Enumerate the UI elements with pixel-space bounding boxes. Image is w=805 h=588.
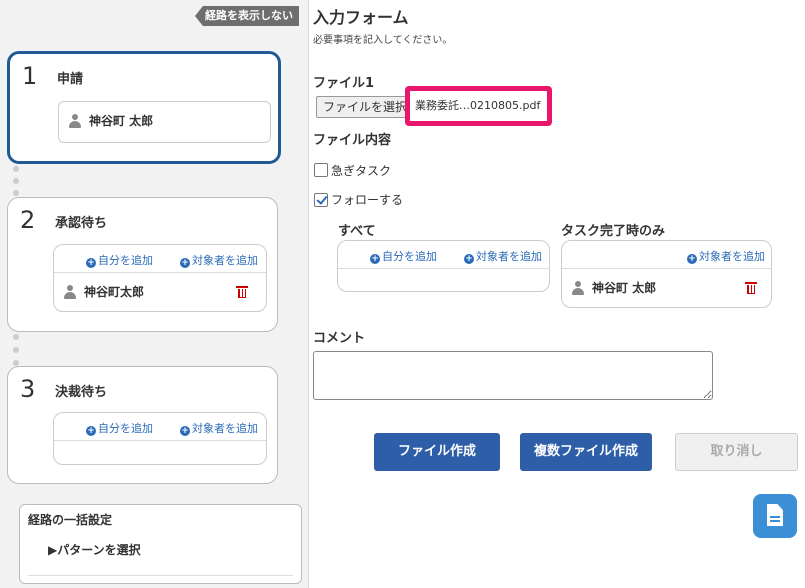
file-content-label: ファイル内容	[313, 133, 392, 148]
trash-icon[interactable]	[236, 285, 248, 298]
step-2-card[interactable]: 2 承認待ち + 自分を追加 + 対象者を追加 神谷町太郎	[7, 197, 278, 332]
add-self-button[interactable]: + 自分を追加	[86, 252, 153, 268]
route-connector	[13, 334, 19, 366]
urgent-task-label[interactable]: 急ぎタスク	[331, 162, 391, 179]
bulk-route-settings: 経路の一括設定 ▶パターンを選択	[19, 504, 302, 584]
follow-all-box: + 自分を追加 + 対象者を追加	[337, 240, 550, 292]
route-connector	[13, 166, 19, 196]
step-title: 承認待ち	[55, 216, 108, 231]
person-icon	[572, 280, 584, 295]
form-subtitle: 必要事項を記入してください。	[313, 35, 453, 46]
selected-file-name: 業務委託…0210805.pdf	[405, 86, 552, 126]
follow-label[interactable]: フォローする	[331, 191, 403, 208]
assign-actions: + 自分を追加 + 対象者を追加	[338, 241, 549, 269]
follow-all-title: すべて	[338, 224, 376, 239]
assign-actions: + 自分を追加 + 対象者を追加	[54, 245, 266, 273]
urgent-task-checkbox[interactable]	[314, 163, 328, 177]
person-icon	[69, 113, 81, 128]
route-panel: 経路を表示しない 1 申請 神谷町 太郎 2 承認待ち + 自分を追加 + 対象者を…	[0, 0, 309, 588]
choose-file-button[interactable]: ファイルを選択	[316, 96, 408, 118]
add-target-button[interactable]: + 対象者を追加	[180, 420, 258, 436]
bulk-settings-title: 経路の一括設定	[28, 513, 113, 527]
follower-row: 神谷町 太郎	[562, 269, 771, 307]
comment-field[interactable]	[313, 351, 713, 400]
step-1-card[interactable]: 1 申請 神谷町 太郎	[7, 51, 281, 164]
select-pattern-toggle[interactable]: ▶パターンを選択	[48, 541, 141, 558]
comment-label: コメント	[313, 331, 366, 346]
plus-circle-icon: +	[86, 258, 96, 268]
follow-checkbox[interactable]	[314, 193, 328, 207]
plus-circle-icon: +	[687, 254, 697, 264]
document-button[interactable]	[753, 494, 797, 538]
divider	[28, 575, 293, 576]
approver-box: + 自分を追加 + 対象者を追加 神谷町太郎	[53, 244, 267, 312]
plus-circle-icon: +	[86, 426, 96, 436]
assign-actions: + 自分を追加 + 対象者を追加	[54, 413, 266, 441]
plus-circle-icon: +	[180, 426, 190, 436]
add-self-label: 自分を追加	[382, 250, 437, 263]
document-icon	[767, 504, 783, 526]
file1-label: ファイル1	[313, 76, 375, 91]
add-target-button[interactable]: + 対象者を追加	[180, 252, 258, 268]
add-self-label: 自分を追加	[98, 422, 153, 435]
add-self-button[interactable]: + 自分を追加	[370, 248, 437, 264]
trash-icon[interactable]	[745, 281, 757, 294]
step-title: 申請	[57, 72, 84, 87]
add-target-label: 対象者を追加	[192, 422, 258, 435]
step-3-card[interactable]: 3 決裁待ち + 自分を追加 + 対象者を追加	[7, 366, 278, 484]
decider-box: + 自分を追加 + 対象者を追加	[53, 412, 267, 465]
person-icon	[64, 284, 76, 299]
create-multiple-files-button[interactable]: 複数ファイル作成	[520, 433, 652, 471]
add-target-label: 対象者を追加	[699, 250, 765, 263]
assign-actions: + 対象者を追加	[562, 241, 771, 269]
follower-name: 神谷町 太郎	[592, 281, 657, 295]
form-title: 入力フォーム	[313, 8, 409, 27]
follow-complete-title: タスク完了時のみ	[561, 224, 666, 239]
plus-circle-icon: +	[370, 254, 380, 264]
approver-name: 神谷町太郎	[84, 285, 145, 299]
plus-circle-icon: +	[180, 258, 190, 268]
step-number: 3	[20, 375, 36, 403]
step-number: 1	[22, 62, 38, 90]
applicant-box: 神谷町 太郎	[58, 101, 271, 143]
add-target-button[interactable]: + 対象者を追加	[464, 248, 542, 264]
follow-complete-box: + 対象者を追加 神谷町 太郎	[561, 240, 772, 308]
approver-row: 神谷町太郎	[54, 273, 266, 311]
step-title: 決裁待ち	[55, 385, 108, 400]
add-target-label: 対象者を追加	[476, 250, 542, 263]
create-file-button[interactable]: ファイル作成	[374, 433, 500, 471]
plus-circle-icon: +	[464, 254, 474, 264]
add-self-button[interactable]: + 自分を追加	[86, 420, 153, 436]
step-number: 2	[20, 206, 36, 234]
add-target-label: 対象者を追加	[192, 254, 258, 267]
applicant-name: 神谷町 太郎	[89, 114, 154, 128]
add-self-label: 自分を追加	[98, 254, 153, 267]
cancel-button[interactable]: 取り消し	[675, 433, 798, 471]
add-target-button[interactable]: + 対象者を追加	[687, 248, 765, 264]
hide-route-button[interactable]: 経路を表示しない	[195, 6, 299, 26]
